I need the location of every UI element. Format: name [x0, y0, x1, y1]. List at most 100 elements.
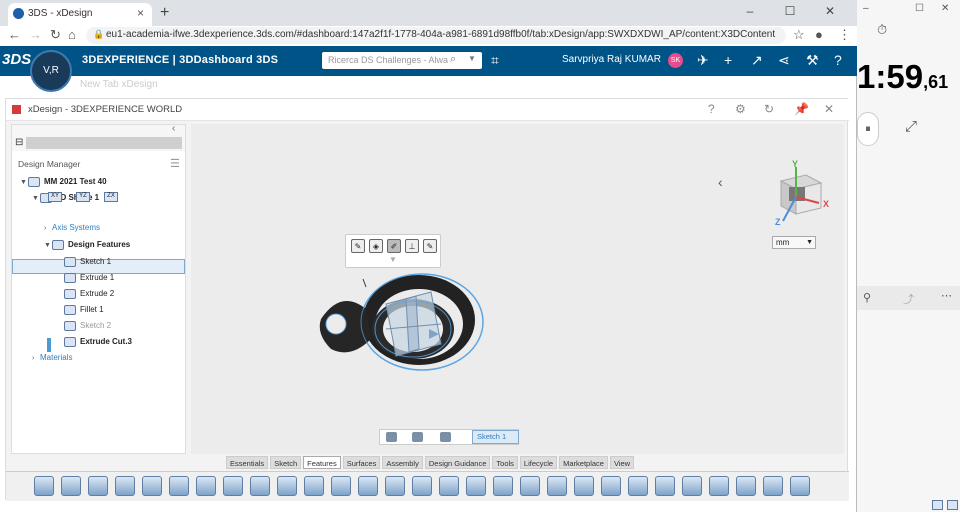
ds-logo[interactable]: 3DS [2, 51, 31, 68]
scale-icon[interactable] [736, 476, 756, 496]
thread-icon[interactable] [628, 476, 648, 496]
body-icon[interactable] [412, 432, 423, 442]
rib-icon[interactable] [574, 476, 594, 496]
profile-icon[interactable]: ● [815, 27, 823, 42]
units-dropdown[interactable]: mm ▼ [772, 236, 816, 249]
tools-icon[interactable]: ⚒ [806, 52, 819, 69]
extrude-icon[interactable] [250, 476, 270, 496]
combine-icon[interactable] [655, 476, 675, 496]
cut-icon[interactable] [358, 476, 378, 496]
tree-node[interactable]: Sketch 1 [56, 257, 111, 271]
tree-icon[interactable]: ⊟ [15, 137, 23, 148]
undo-icon[interactable] [169, 476, 189, 496]
ribbon-tab[interactable]: Sketch [270, 456, 302, 469]
hole-icon[interactable] [601, 476, 621, 496]
taskbar-icon[interactable] [932, 500, 943, 510]
ribbon-tab[interactable]: Surfaces [342, 456, 381, 469]
fillet-icon[interactable] [385, 476, 405, 496]
new-icon[interactable] [34, 476, 54, 496]
normal-view-icon[interactable]: ⊥ [405, 239, 419, 253]
ribbon-tab[interactable]: Essentials [226, 456, 269, 469]
user-name[interactable]: Sarvpriya Raj KUMAR [562, 54, 661, 65]
loft-icon[interactable] [331, 476, 351, 496]
expand-icon[interactable]: ⤢ [905, 118, 917, 135]
avatar[interactable]: SK [668, 53, 683, 68]
draft-icon[interactable] [466, 476, 486, 496]
compass-widget[interactable]: V,R [30, 50, 72, 92]
expand-chevron-icon[interactable]: ▼ [389, 255, 397, 264]
ribbon-tab[interactable]: Marketplace [559, 456, 608, 469]
hide-show-icon[interactable]: ◈ [369, 239, 383, 253]
minimize-button[interactable]: – [863, 3, 869, 14]
expand-toggle-icon[interactable]: › [44, 225, 52, 232]
help-icon[interactable]: ? [834, 52, 842, 68]
ribbon-tab[interactable]: View [609, 456, 635, 469]
save-icon[interactable] [88, 476, 108, 496]
expand-toggle-icon[interactable]: ▼ [44, 242, 52, 249]
rollback-bar[interactable] [47, 338, 51, 352]
url-field[interactable]: 🔒 eu1-academia-ifwe.3dexperience.3ds.com… [86, 27, 786, 44]
bookmark-star-icon[interactable]: ☆ [793, 27, 805, 43]
dashboard-title[interactable]: 3DEXPERIENCE | 3DDashboard 3DS [82, 54, 278, 66]
ribbon-tab[interactable]: Lifecycle [519, 456, 558, 469]
chamfer-icon[interactable] [412, 476, 432, 496]
view-cube[interactable]: Y X Z [761, 159, 831, 229]
collapse-arrow-icon[interactable]: ‹ [718, 174, 723, 190]
redo-icon[interactable] [196, 476, 216, 496]
features-icon[interactable] [440, 432, 451, 442]
network-icon[interactable]: ⋖ [778, 52, 790, 69]
tree-node[interactable]: Extrude 2 [56, 289, 114, 303]
menu-dots-icon[interactable]: ⋮ [838, 27, 851, 43]
plane-icon[interactable]: ZX [104, 192, 118, 202]
more-icon[interactable] [790, 476, 810, 496]
tree-node[interactable]: ▼ MM 2021 Test 40 [20, 177, 107, 191]
expand-toggle-icon[interactable]: › [32, 355, 40, 362]
expand-toggle-icon[interactable]: ▼ [32, 195, 40, 202]
ribbon-tab[interactable]: Features [303, 456, 341, 469]
close-window-button[interactable]: ✕ [941, 3, 949, 14]
tree-filter-bar[interactable] [26, 137, 182, 149]
ribbon-tab[interactable]: Tools [492, 456, 518, 469]
part-icon[interactable] [386, 432, 397, 442]
shell-icon[interactable] [439, 476, 459, 496]
refresh-icon[interactable]: ↻ [764, 102, 774, 116]
pattern-icon[interactable] [547, 476, 567, 496]
tree-node[interactable]: ▼ Design Features [44, 240, 130, 254]
move-icon[interactable] [709, 476, 729, 496]
maximize-button[interactable]: ☐ [915, 3, 924, 14]
share-icon[interactable]: ⤴ [903, 291, 914, 307]
properties-icon[interactable] [142, 476, 162, 496]
pin-icon[interactable]: 📌 [794, 102, 809, 116]
mirror-icon[interactable] [520, 476, 540, 496]
back-icon[interactable]: ← [8, 27, 21, 42]
dashboard-tabs[interactable]: New Tab xDesign [80, 79, 158, 90]
browser-tab[interactable]: 3DS - xDesign × [8, 3, 152, 26]
tree-node[interactable]: Extrude Cut.3 [56, 337, 132, 351]
tag-icon[interactable]: ⌗ [491, 52, 499, 69]
help-icon[interactable] [223, 476, 243, 496]
tree-node[interactable]: › Axis Systems [44, 223, 100, 237]
close-window-button[interactable]: ✕ [815, 4, 845, 18]
new-tab-button[interactable]: + [160, 4, 169, 22]
taskbar-icon[interactable] [947, 500, 958, 510]
3d-viewport[interactable]: ✎ ◈ ✐ ⊥ ✎ ▼ ‹ Y X Z mm ▼ Sketch 1 [191, 124, 844, 454]
wrap-icon[interactable] [763, 476, 783, 496]
stopwatch-icon[interactable]: ⏱ [877, 22, 887, 38]
open-icon[interactable] [61, 476, 81, 496]
settings-icon[interactable] [115, 476, 135, 496]
edit-sketch-icon[interactable]: ✎ [351, 239, 365, 253]
help-icon[interactable]: ? [708, 102, 715, 116]
selected-sketch-chip[interactable]: Sketch 1 [472, 430, 519, 444]
edit-feature-icon[interactable]: ✎ [423, 239, 437, 253]
chevron-down-icon[interactable]: ▼ [468, 54, 476, 63]
minimize-button[interactable]: – [735, 4, 765, 18]
ribbon-tab[interactable]: Design Guidance [424, 456, 491, 469]
tree-node[interactable]: Fillet 1 [56, 305, 104, 319]
model-render[interactable] [191, 124, 844, 454]
sketch-icon[interactable]: ✐ [387, 239, 401, 253]
box-icon[interactable] [493, 476, 513, 496]
sweep-icon[interactable] [304, 476, 324, 496]
add-icon[interactable]: + [724, 52, 732, 68]
share-icon[interactable]: ↗ [751, 52, 763, 69]
revolve-icon[interactable] [277, 476, 297, 496]
